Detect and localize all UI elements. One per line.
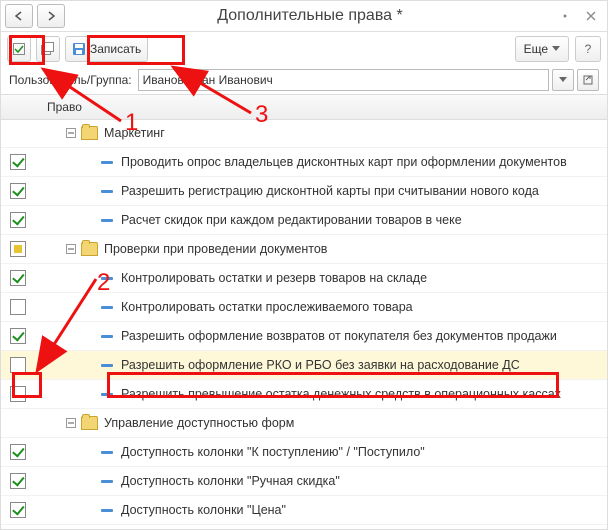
row-checkbox[interactable] — [10, 357, 26, 373]
row-checkbox[interactable] — [10, 212, 26, 228]
tree-row[interactable]: Доступность колонки "К поступлению" / "П… — [1, 438, 607, 467]
more-button-label: Еще — [524, 42, 548, 56]
folder-icon — [81, 126, 98, 140]
row-label: Расчет скидок при каждом редактировании … — [121, 213, 462, 227]
row-checkbox[interactable] — [10, 270, 26, 286]
tree-row[interactable]: Управление доступностью форм — [1, 409, 607, 438]
row-label: Разрешить регистрацию дисконтной карты п… — [121, 184, 539, 198]
item-icon — [101, 451, 113, 454]
item-icon — [101, 393, 113, 396]
row-label: Разрешить превышение остатка денежных ср… — [121, 387, 561, 401]
row-checkbox[interactable] — [10, 183, 26, 199]
record-button[interactable]: Записать — [65, 36, 148, 62]
tree-row[interactable]: Контролировать остатки прослеживаемого т… — [1, 293, 607, 322]
save-icon — [72, 42, 86, 56]
check-all-button[interactable] — [7, 36, 31, 62]
row-label: Контролировать остатки и резерв товаров … — [121, 271, 427, 285]
row-checkbox[interactable] — [10, 328, 26, 344]
item-icon — [101, 306, 113, 309]
tree-row[interactable]: Проверки при проведении документов — [1, 235, 607, 264]
user-group-field[interactable]: Иванов Иван Иванович — [138, 69, 549, 91]
tree-row[interactable]: Разрешить регистрацию дисконтной карты п… — [1, 177, 607, 206]
tree-row[interactable]: Доступность колонки "Ручная скидка" — [1, 467, 607, 496]
row-label: Маркетинг — [104, 126, 165, 140]
item-icon — [101, 277, 113, 280]
user-group-label: Пользователь/Группа: — [9, 73, 132, 87]
tree-row[interactable]: Доступность колонки "Цена" — [1, 496, 607, 525]
row-checkbox[interactable] — [10, 386, 26, 402]
row-label: Доступность колонки "Ручная скидка" — [121, 474, 340, 488]
row-checkbox[interactable] — [10, 241, 26, 257]
uncheck-all-button[interactable] — [36, 36, 60, 62]
item-icon — [101, 335, 113, 338]
row-label: Проводить опрос владельцев дисконтных ка… — [121, 155, 567, 169]
window-pin-icon[interactable] — [555, 6, 575, 26]
row-label: Контролировать остатки прослеживаемого т… — [121, 300, 413, 314]
item-icon — [101, 480, 113, 483]
tree-row[interactable]: Расчет скидок при каждом редактировании … — [1, 206, 607, 235]
user-dropdown-button[interactable] — [552, 69, 574, 91]
more-button[interactable]: Еще — [515, 36, 569, 62]
collapse-icon[interactable] — [65, 127, 77, 139]
row-checkbox[interactable] — [10, 444, 26, 460]
row-checkbox[interactable] — [10, 502, 26, 518]
nav-forward-button[interactable] — [37, 4, 65, 28]
row-label: Разрешить оформление РКО и РБО без заявк… — [121, 358, 520, 372]
row-label: Управление доступностью форм — [104, 416, 294, 430]
row-label: Проверки при проведении документов — [104, 242, 327, 256]
row-checkbox[interactable] — [10, 473, 26, 489]
tree-row[interactable]: Маркетинг — [1, 119, 607, 148]
item-icon — [101, 190, 113, 193]
window-title: Дополнительные права * — [65, 7, 555, 25]
help-button[interactable]: ? — [575, 36, 601, 62]
tree-row[interactable]: Разрешить оформление РКО и РБО без заявк… — [1, 351, 607, 380]
row-label: Доступность колонки "Цена" — [121, 503, 286, 517]
item-icon — [101, 219, 113, 222]
row-checkbox[interactable] — [10, 154, 26, 170]
collapse-icon[interactable] — [65, 417, 77, 429]
user-open-button[interactable] — [577, 69, 599, 91]
window-close-icon[interactable] — [581, 6, 601, 26]
tree-row[interactable]: Проводить опрос владельцев дисконтных ка… — [1, 148, 607, 177]
nav-back-button[interactable] — [5, 4, 33, 28]
tree-column-header[interactable]: Право — [37, 100, 82, 114]
item-icon — [101, 161, 113, 164]
item-icon — [101, 364, 113, 367]
record-button-label: Записать — [90, 42, 141, 56]
row-label: Разрешить оформление возвратов от покупа… — [121, 329, 557, 343]
tree-row[interactable]: Контролировать остатки и резерв товаров … — [1, 264, 607, 293]
folder-icon — [81, 416, 98, 430]
folder-icon — [81, 242, 98, 256]
tree-row[interactable]: Разрешить оформление возвратов от покупа… — [1, 322, 607, 351]
collapse-icon[interactable] — [65, 243, 77, 255]
tree-row[interactable]: Разрешить превышение остатка денежных ср… — [1, 380, 607, 409]
row-checkbox[interactable] — [10, 299, 26, 315]
item-icon — [101, 509, 113, 512]
row-label: Доступность колонки "К поступлению" / "П… — [121, 445, 425, 459]
